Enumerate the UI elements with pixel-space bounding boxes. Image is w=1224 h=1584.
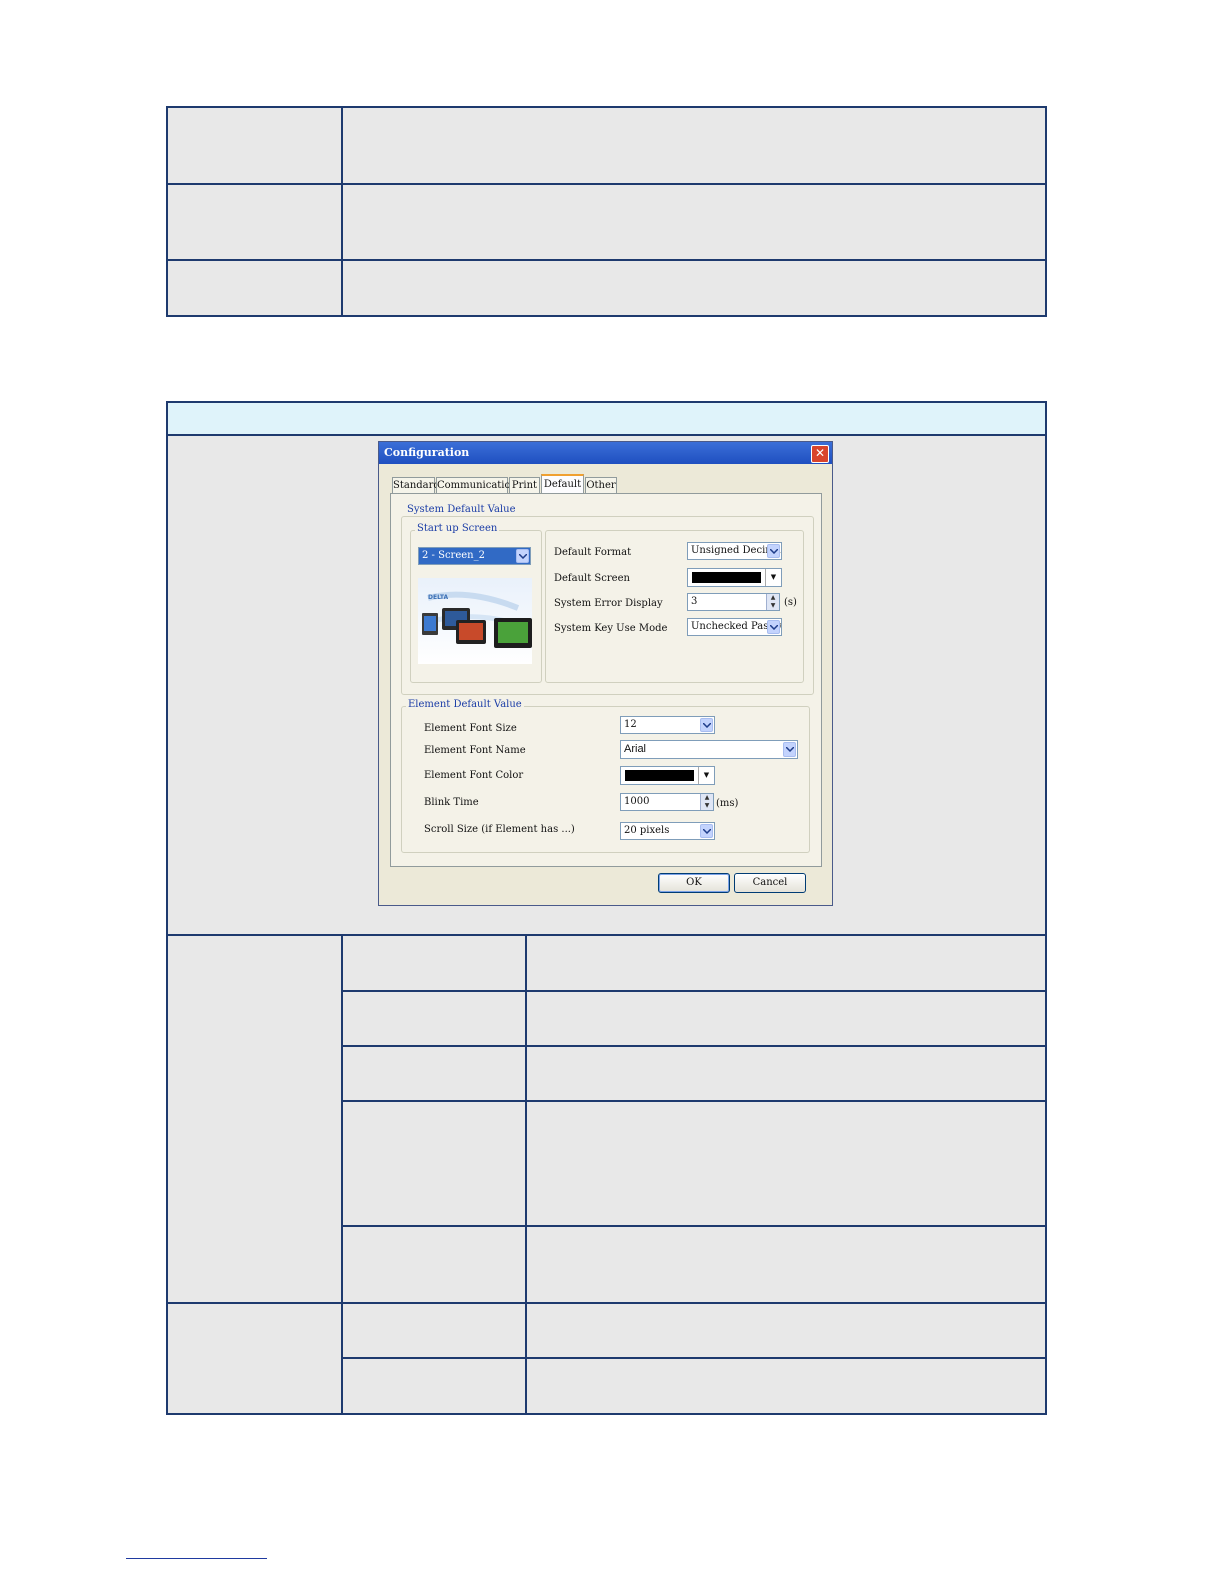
startup-screen-value: 2 - Screen_2 — [422, 550, 485, 561]
blink-time-spinner[interactable]: 1000 ▲ ▼ — [620, 793, 714, 811]
startup-screen-thumbnail: DELTA — [418, 578, 532, 664]
element-font-color-picker[interactable]: ▼ — [620, 766, 715, 785]
element-default-group-label: Element Default Value — [406, 699, 524, 710]
lower-table-image-row-divider — [166, 934, 1047, 936]
tab-communication-label: Communication — [437, 480, 517, 491]
chevron-down-icon[interactable] — [700, 824, 713, 838]
startup-screen-select[interactable]: 2 - Screen_2 — [418, 547, 531, 565]
tab-standard[interactable]: Standard — [392, 477, 440, 494]
blink-time-label: Blink Time — [424, 797, 479, 808]
spinner-arrows-icon[interactable]: ▲ ▼ — [700, 794, 713, 810]
element-font-name-label: Element Font Name — [424, 745, 526, 756]
lower-table-column-divider — [525, 934, 527, 1415]
element-font-name-select[interactable]: Arial — [620, 740, 798, 759]
chevron-down-icon[interactable] — [700, 718, 713, 732]
dialog-title: Configuration — [384, 446, 470, 459]
footnote-rule — [126, 1558, 267, 1559]
lower-table-row-divider — [166, 1302, 1047, 1304]
upper-table-column-divider — [341, 106, 343, 317]
caret-down-icon[interactable]: ▼ — [698, 767, 714, 784]
upper-table — [166, 106, 1047, 317]
system-default-group-label: System Default Value — [405, 504, 518, 515]
element-font-name-value: Arial — [624, 743, 647, 755]
caret-down-icon[interactable]: ▼ — [765, 569, 781, 586]
system-error-display-unit: (s) — [784, 597, 797, 608]
element-font-color-swatch — [625, 770, 694, 781]
tab-default-label: Default — [543, 479, 582, 490]
chevron-down-icon[interactable] — [783, 742, 796, 757]
close-icon[interactable]: ✕ — [811, 445, 829, 463]
default-format-select[interactable]: Unsigned Decimal — [687, 542, 782, 560]
default-screen-swatch — [692, 572, 761, 583]
scroll-size-select[interactable]: 20 pixels — [620, 822, 715, 840]
default-screen-label: Default Screen — [554, 573, 630, 584]
lower-table-column-divider — [341, 934, 343, 1415]
spinner-arrows-icon[interactable]: ▲ ▼ — [766, 594, 779, 610]
system-key-use-mode-select[interactable]: Unchecked Passwo — [687, 618, 782, 636]
lower-table-row-divider — [341, 1357, 1047, 1359]
lower-table-header-divider — [166, 434, 1047, 436]
default-screen-color-picker[interactable]: ▼ — [687, 568, 782, 587]
cancel-button[interactable]: Cancel — [734, 873, 806, 893]
blink-time-value: 1000 — [624, 796, 650, 807]
element-font-size-value: 12 — [624, 719, 637, 730]
tab-print-label: Print — [511, 480, 538, 491]
element-font-size-label: Element Font Size — [424, 723, 517, 734]
upper-table-row-divider — [166, 259, 1047, 261]
system-error-display-label: System Error Display — [554, 598, 663, 609]
startup-screen-group-label: Start up Screen — [415, 523, 500, 534]
tab-print[interactable]: Print — [509, 477, 540, 494]
lower-table-row-divider — [341, 1100, 1047, 1102]
default-format-label: Default Format — [554, 547, 632, 558]
tab-other-label: Other — [586, 480, 616, 491]
lower-table-row-divider — [341, 990, 1047, 992]
chevron-down-icon[interactable] — [767, 544, 780, 558]
tab-other[interactable]: Other — [585, 477, 617, 494]
dialog-titlebar[interactable]: Configuration ✕ — [379, 442, 832, 464]
lower-table-row-divider — [341, 1045, 1047, 1047]
upper-table-row-divider — [166, 183, 1047, 185]
chevron-down-icon[interactable] — [516, 549, 529, 563]
element-font-size-select[interactable]: 12 — [620, 716, 715, 734]
tab-communication[interactable]: Communication — [436, 477, 517, 494]
chevron-down-icon[interactable] — [767, 620, 780, 634]
delta-logo: DELTA — [428, 594, 449, 601]
lower-table-row-divider — [341, 1225, 1047, 1227]
blink-time-unit: (ms) — [716, 798, 739, 809]
lower-table-header — [168, 403, 1045, 434]
element-font-color-label: Element Font Color — [424, 770, 524, 781]
system-error-display-value: 3 — [691, 596, 698, 607]
ok-button[interactable]: OK — [658, 873, 730, 893]
scroll-size-label: Scroll Size (if Element has ...) — [424, 824, 575, 835]
scroll-size-value: 20 pixels — [624, 825, 670, 836]
system-key-use-mode-label: System Key Use Mode — [554, 623, 668, 634]
configuration-dialog: Configuration ✕ Standard Communication P… — [378, 441, 833, 906]
system-error-display-spinner[interactable]: 3 ▲ ▼ — [687, 593, 780, 611]
tab-standard-label: Standard — [393, 480, 440, 491]
